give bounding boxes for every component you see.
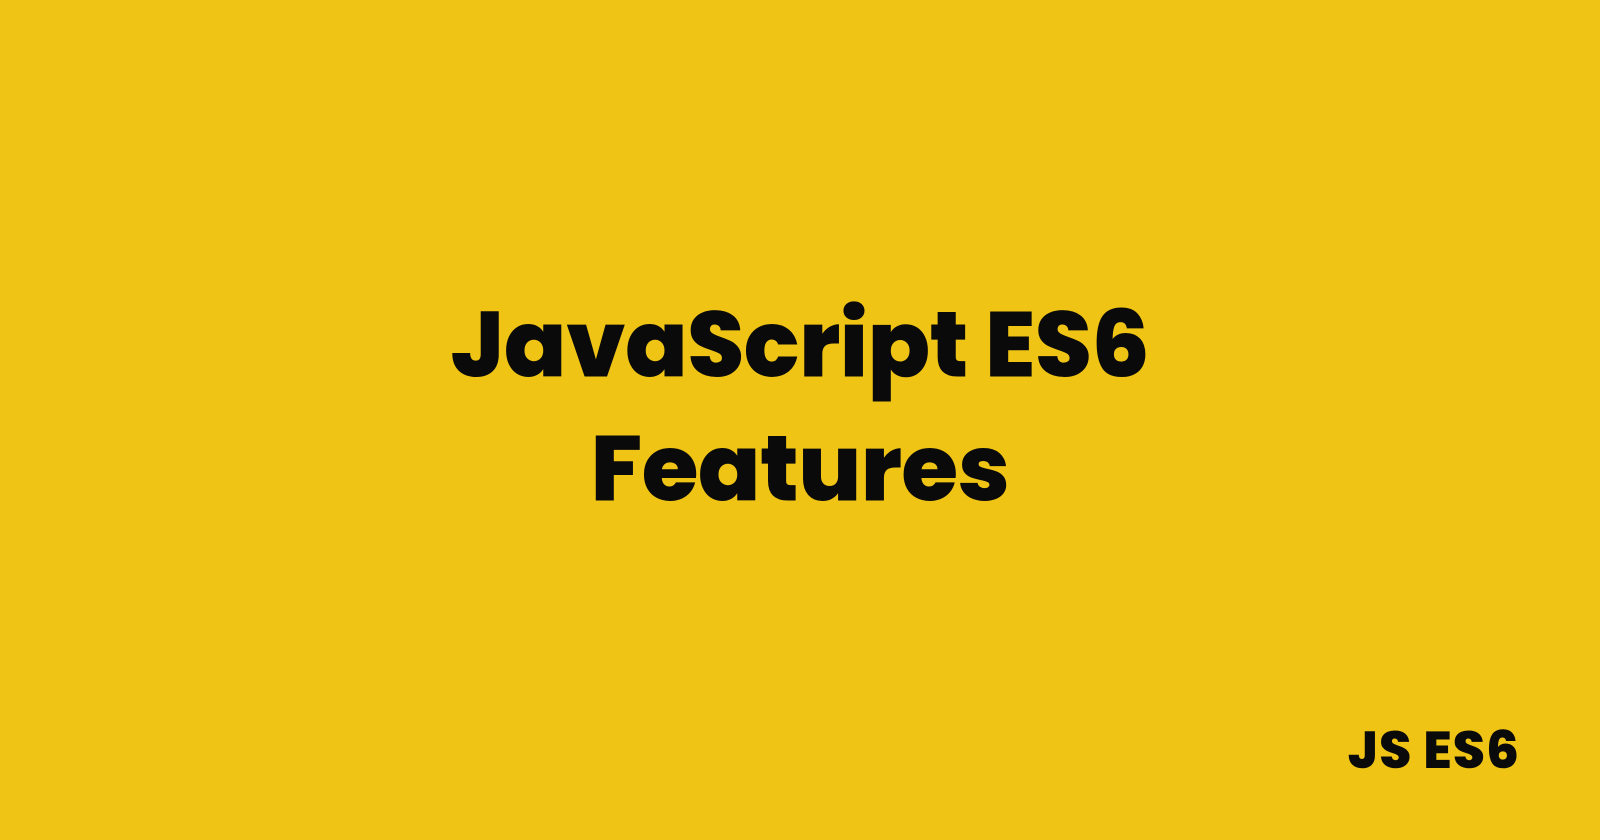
page-title: JavaScript ES6 Features (451, 283, 1150, 531)
footer-label: JS ES6 (1348, 712, 1520, 790)
